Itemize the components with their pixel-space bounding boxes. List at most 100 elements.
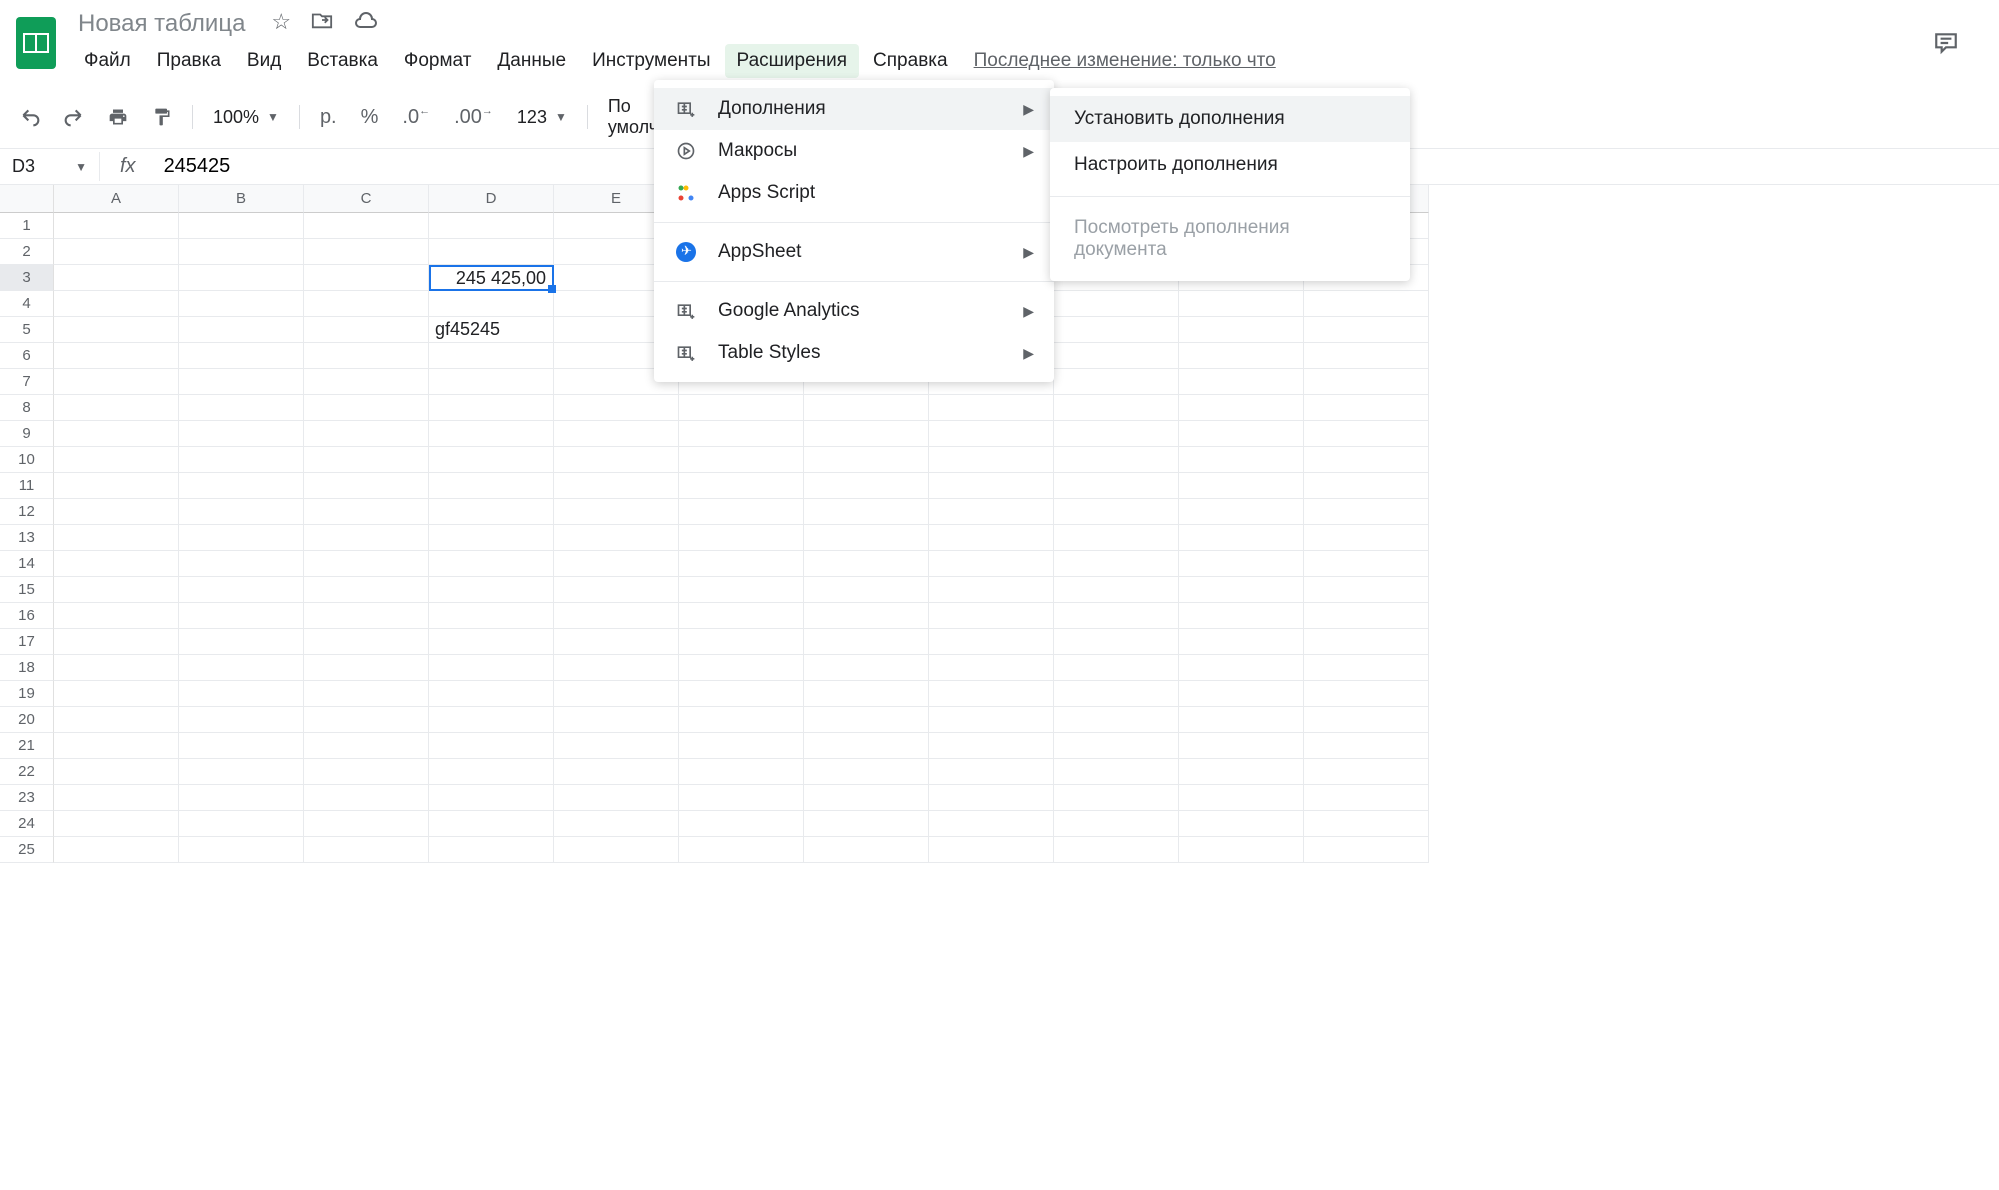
cell[interactable] xyxy=(304,239,429,265)
cell[interactable] xyxy=(1304,525,1429,551)
cell[interactable] xyxy=(179,395,304,421)
cell[interactable] xyxy=(1179,655,1304,681)
cell[interactable] xyxy=(1179,837,1304,863)
row-header[interactable]: 4 xyxy=(0,291,54,317)
submenu-manage-addons[interactable]: Настроить дополнения xyxy=(1050,142,1410,188)
cell[interactable] xyxy=(1179,473,1304,499)
cell[interactable] xyxy=(179,759,304,785)
cell[interactable] xyxy=(304,421,429,447)
cell[interactable] xyxy=(554,421,679,447)
cell[interactable] xyxy=(179,317,304,343)
cell[interactable] xyxy=(1304,577,1429,603)
cell[interactable] xyxy=(804,395,929,421)
cell[interactable] xyxy=(304,655,429,681)
cell[interactable] xyxy=(1304,421,1429,447)
cell[interactable] xyxy=(54,239,179,265)
cell[interactable] xyxy=(679,577,804,603)
cell[interactable] xyxy=(54,681,179,707)
cell[interactable] xyxy=(804,837,929,863)
row-header[interactable]: 12 xyxy=(0,499,54,525)
cell[interactable] xyxy=(304,265,429,291)
cell[interactable] xyxy=(1304,291,1429,317)
cell[interactable] xyxy=(304,447,429,473)
cell[interactable] xyxy=(304,577,429,603)
row-header[interactable]: 7 xyxy=(0,369,54,395)
cell[interactable] xyxy=(554,447,679,473)
submenu-install-addons[interactable]: Установить дополнения xyxy=(1050,96,1410,142)
last-modified[interactable]: Последнее изменение: только что xyxy=(974,44,1276,78)
cell[interactable] xyxy=(1054,629,1179,655)
cell[interactable] xyxy=(179,577,304,603)
row-header[interactable]: 9 xyxy=(0,421,54,447)
cell[interactable] xyxy=(1179,499,1304,525)
col-header[interactable]: D xyxy=(429,185,554,213)
cell[interactable] xyxy=(1304,707,1429,733)
cell[interactable] xyxy=(1179,395,1304,421)
cell[interactable] xyxy=(54,707,179,733)
cell[interactable] xyxy=(179,785,304,811)
cell[interactable] xyxy=(54,447,179,473)
cell[interactable] xyxy=(429,681,554,707)
cell[interactable] xyxy=(54,837,179,863)
cell[interactable] xyxy=(804,707,929,733)
cell[interactable] xyxy=(804,499,929,525)
cell[interactable] xyxy=(1304,447,1429,473)
cell[interactable] xyxy=(54,655,179,681)
select-all-corner[interactable] xyxy=(0,185,54,213)
cell[interactable] xyxy=(1054,291,1179,317)
cell[interactable] xyxy=(1304,655,1429,681)
cell[interactable] xyxy=(179,291,304,317)
menu-appsheet[interactable]: ✈ AppSheet ▶ xyxy=(654,231,1054,273)
row-header[interactable]: 16 xyxy=(0,603,54,629)
cell[interactable] xyxy=(429,395,554,421)
cell[interactable] xyxy=(1179,681,1304,707)
cell[interactable] xyxy=(554,785,679,811)
cell[interactable] xyxy=(679,759,804,785)
cell[interactable] xyxy=(929,837,1054,863)
undo-button[interactable] xyxy=(12,101,48,133)
document-title[interactable]: Новая таблица xyxy=(72,8,251,40)
cell[interactable] xyxy=(179,811,304,837)
cell[interactable] xyxy=(304,395,429,421)
zoom-dropdown[interactable]: 100% ▼ xyxy=(205,103,287,132)
cell[interactable] xyxy=(679,447,804,473)
cell[interactable] xyxy=(554,473,679,499)
cell[interactable] xyxy=(1304,473,1429,499)
cell[interactable] xyxy=(429,759,554,785)
cell[interactable] xyxy=(54,603,179,629)
cell[interactable] xyxy=(1054,447,1179,473)
menu-file[interactable]: Файл xyxy=(72,44,143,78)
cell[interactable] xyxy=(54,759,179,785)
cell[interactable] xyxy=(1054,499,1179,525)
cell[interactable] xyxy=(54,785,179,811)
cell[interactable] xyxy=(429,239,554,265)
redo-button[interactable] xyxy=(56,101,92,133)
cell[interactable]: 245 425,00 xyxy=(429,265,554,291)
cell[interactable] xyxy=(1304,681,1429,707)
cell[interactable] xyxy=(304,811,429,837)
number-format-dropdown[interactable]: 123 ▼ xyxy=(509,103,575,132)
cell[interactable] xyxy=(804,473,929,499)
cell[interactable] xyxy=(429,213,554,239)
cell[interactable] xyxy=(1304,811,1429,837)
cell[interactable] xyxy=(304,525,429,551)
cell[interactable] xyxy=(929,603,1054,629)
cell[interactable] xyxy=(304,681,429,707)
cell[interactable] xyxy=(429,447,554,473)
cell[interactable] xyxy=(804,733,929,759)
menu-view[interactable]: Вид xyxy=(235,44,293,78)
cell[interactable] xyxy=(54,291,179,317)
col-header[interactable]: C xyxy=(304,185,429,213)
cell[interactable] xyxy=(429,603,554,629)
cell[interactable] xyxy=(1179,369,1304,395)
cell[interactable] xyxy=(179,525,304,551)
cell[interactable]: gf45245 xyxy=(429,317,554,343)
cell[interactable] xyxy=(1304,603,1429,629)
row-header[interactable]: 15 xyxy=(0,577,54,603)
col-header[interactable]: A xyxy=(54,185,179,213)
row-header[interactable]: 3 xyxy=(0,265,54,291)
cell[interactable] xyxy=(54,473,179,499)
cell[interactable] xyxy=(1054,395,1179,421)
row-header[interactable]: 21 xyxy=(0,733,54,759)
menu-table-styles[interactable]: Table Styles ▶ xyxy=(654,332,1054,374)
